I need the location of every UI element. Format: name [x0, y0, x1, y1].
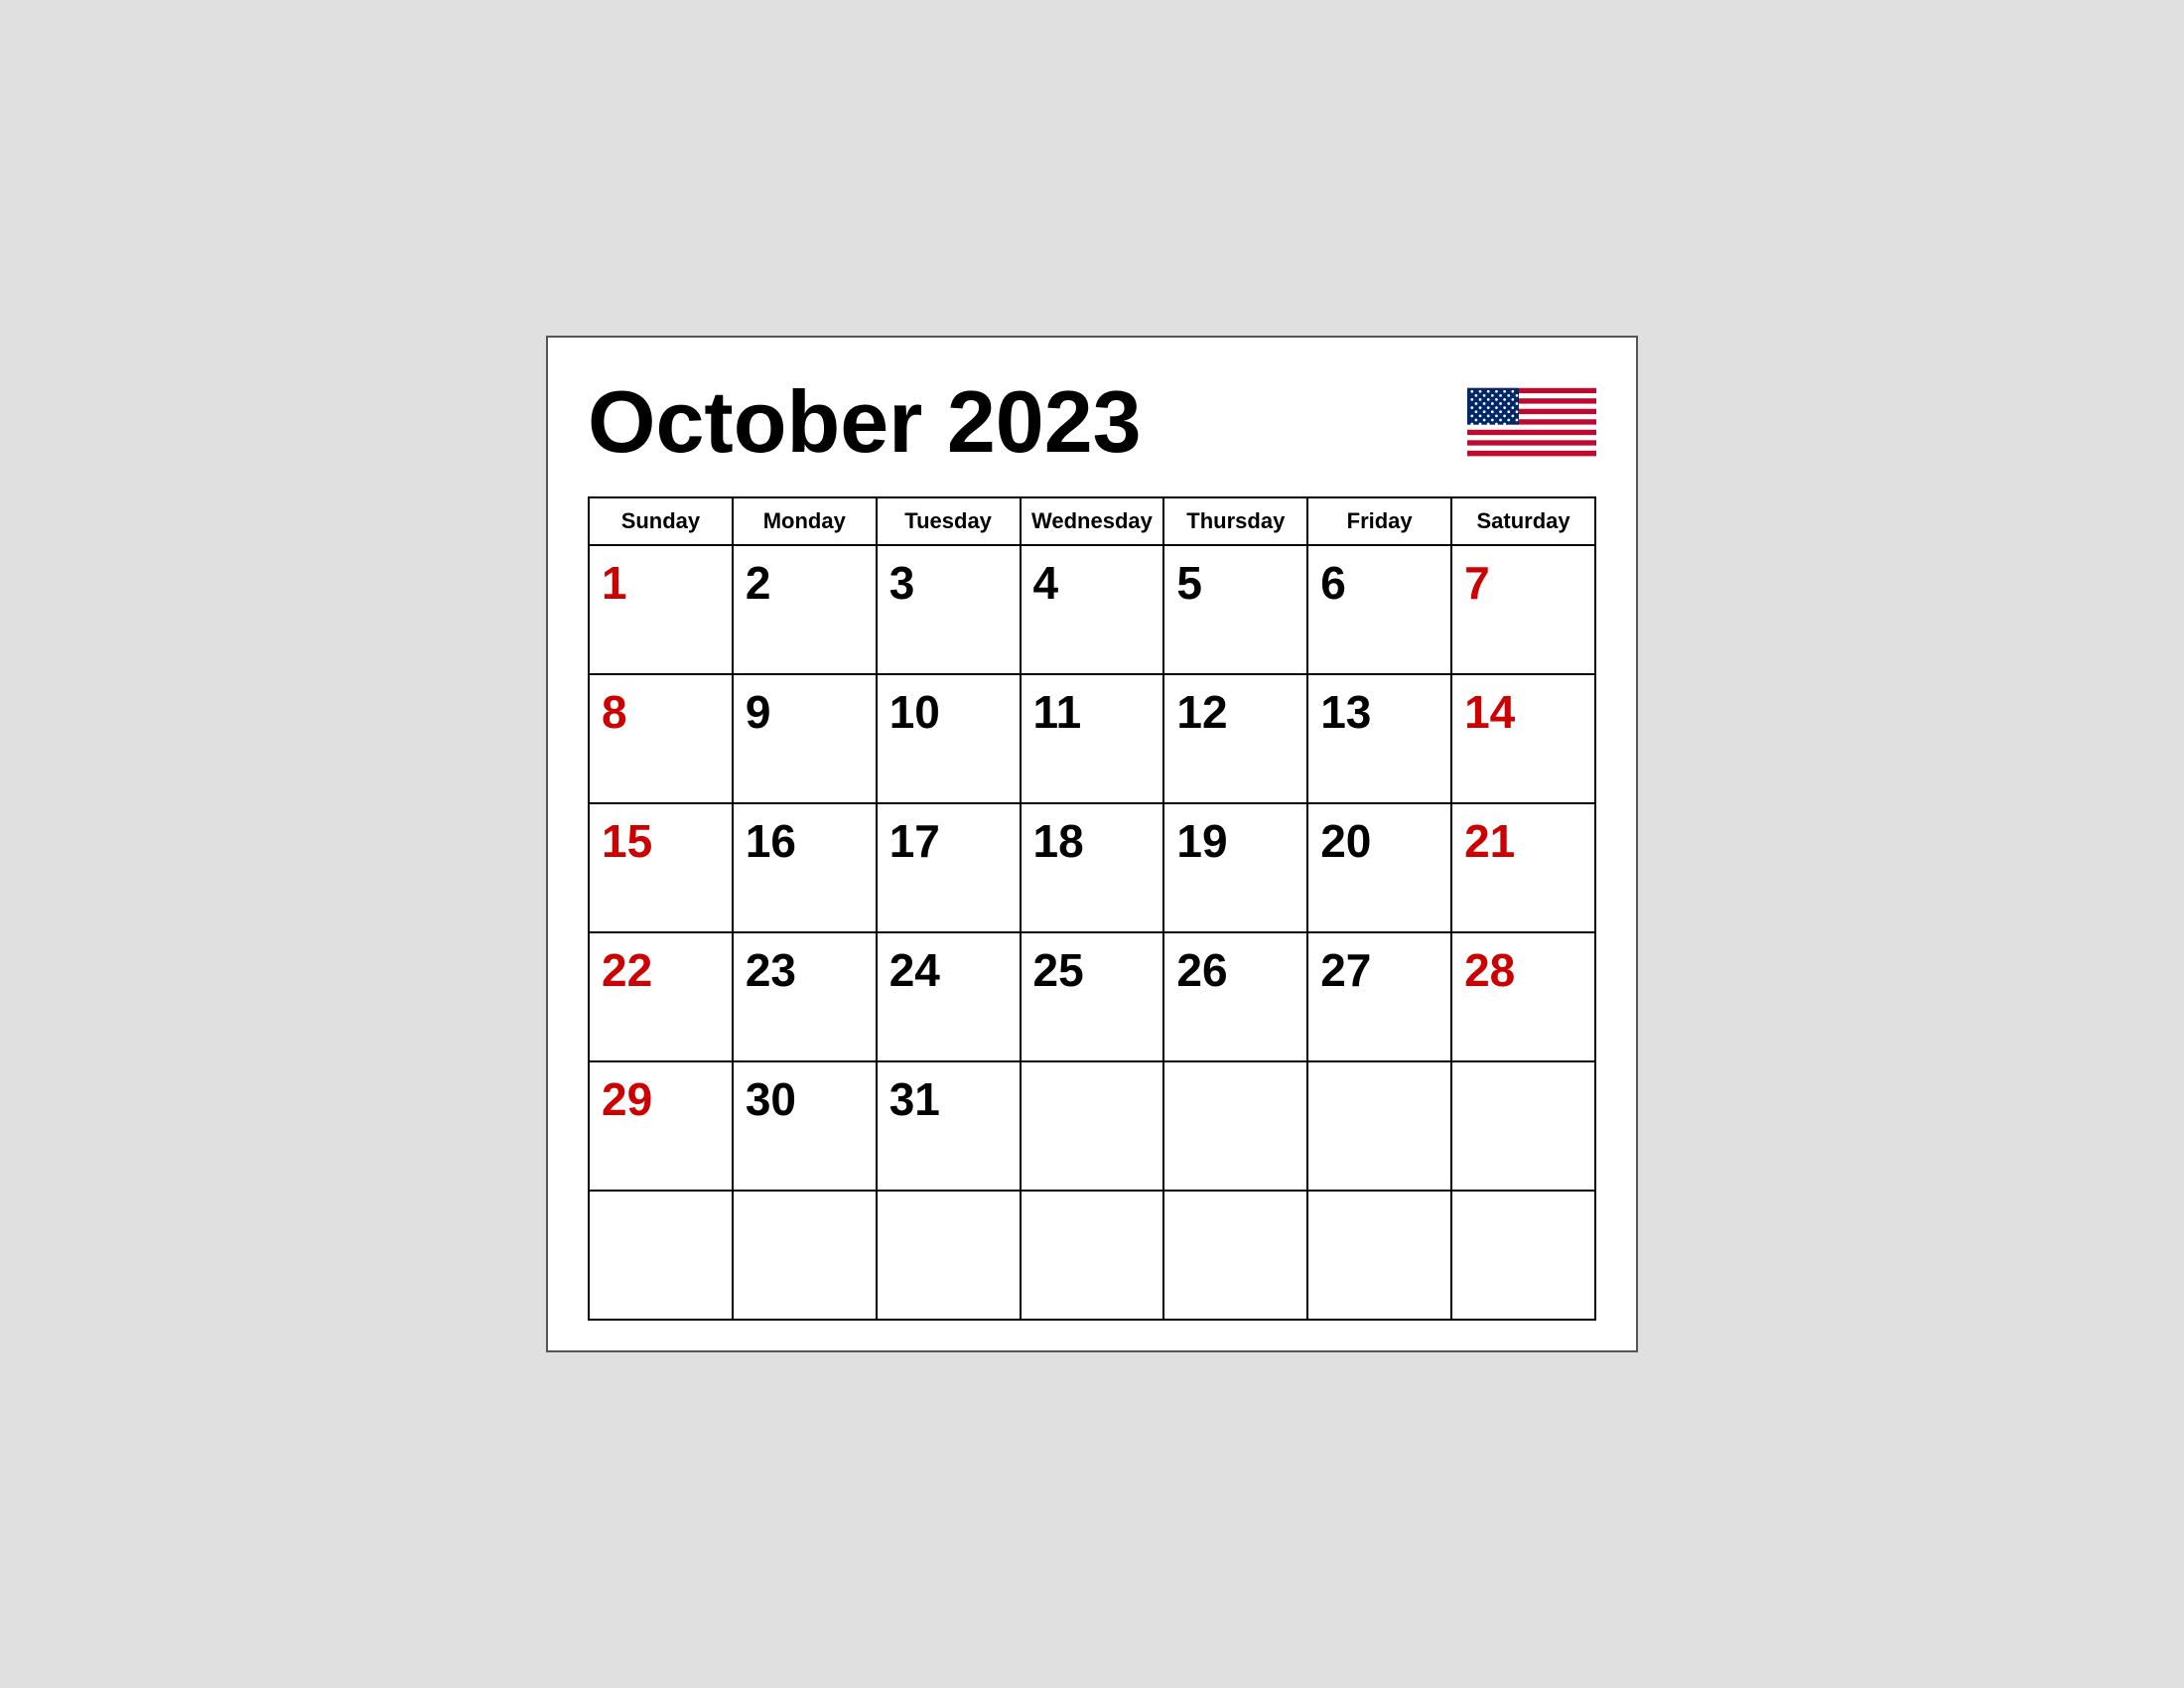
calendar-day: 3	[877, 545, 1021, 674]
calendar-day	[1307, 1191, 1451, 1320]
calendar-header: October 2023	[588, 377, 1596, 467]
calendar-day: 12	[1163, 674, 1307, 803]
calendar-week-2: 891011121314	[589, 674, 1595, 803]
calendar-week-5: 293031	[589, 1061, 1595, 1191]
calendar-day: 6	[1307, 545, 1451, 674]
calendar-day	[1163, 1191, 1307, 1320]
calendar-day: 26	[1163, 932, 1307, 1061]
calendar-day	[1307, 1061, 1451, 1191]
calendar-day: 19	[1163, 803, 1307, 932]
calendar-day: 23	[733, 932, 877, 1061]
calendar-day	[589, 1191, 733, 1320]
calendar-day: 8	[589, 674, 733, 803]
calendar-day	[1451, 1061, 1595, 1191]
calendar-day: 4	[1021, 545, 1164, 674]
calendar-day: 7	[1451, 545, 1595, 674]
calendar-day: 9	[733, 674, 877, 803]
calendar-page: October 2023	[546, 336, 1638, 1352]
calendar-day: 11	[1021, 674, 1164, 803]
col-tuesday: Tuesday	[877, 497, 1021, 545]
calendar-day: 13	[1307, 674, 1451, 803]
col-friday: Friday	[1307, 497, 1451, 545]
calendar-day	[1163, 1061, 1307, 1191]
col-wednesday: Wednesday	[1021, 497, 1164, 545]
calendar-day: 14	[1451, 674, 1595, 803]
calendar-day: 22	[589, 932, 733, 1061]
calendar-day: 16	[733, 803, 877, 932]
calendar-day: 17	[877, 803, 1021, 932]
calendar-week-3: 15161718192021	[589, 803, 1595, 932]
col-saturday: Saturday	[1451, 497, 1595, 545]
col-monday: Monday	[733, 497, 877, 545]
calendar-day: 5	[1163, 545, 1307, 674]
calendar-week-6	[589, 1191, 1595, 1320]
calendar-day: 29	[589, 1061, 733, 1191]
calendar-day: 30	[733, 1061, 877, 1191]
calendar-day	[1451, 1191, 1595, 1320]
calendar-day: 28	[1451, 932, 1595, 1061]
col-sunday: Sunday	[589, 497, 733, 545]
col-thursday: Thursday	[1163, 497, 1307, 545]
calendar-day: 18	[1021, 803, 1164, 932]
calendar-day: 31	[877, 1061, 1021, 1191]
calendar-day	[733, 1191, 877, 1320]
calendar-day: 27	[1307, 932, 1451, 1061]
calendar-week-1: 1234567	[589, 545, 1595, 674]
calendar-table: Sunday Monday Tuesday Wednesday Thursday…	[588, 496, 1596, 1321]
calendar-day	[1021, 1061, 1164, 1191]
calendar-day: 10	[877, 674, 1021, 803]
calendar-day: 25	[1021, 932, 1164, 1061]
calendar-day: 2	[733, 545, 877, 674]
calendar-day	[1021, 1191, 1164, 1320]
calendar-header-row: Sunday Monday Tuesday Wednesday Thursday…	[589, 497, 1595, 545]
calendar-day	[877, 1191, 1021, 1320]
month-title: October 2023	[588, 378, 1142, 466]
us-flag	[1467, 377, 1596, 467]
calendar-day: 20	[1307, 803, 1451, 932]
calendar-week-4: 22232425262728	[589, 932, 1595, 1061]
calendar-day: 24	[877, 932, 1021, 1061]
calendar-day: 15	[589, 803, 733, 932]
calendar-day: 21	[1451, 803, 1595, 932]
calendar-day: 1	[589, 545, 733, 674]
